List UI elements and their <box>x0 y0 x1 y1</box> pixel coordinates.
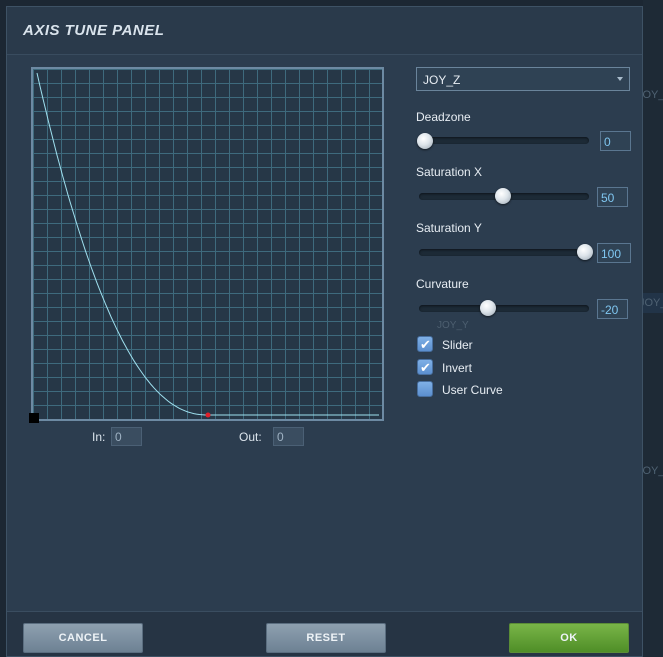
panel-title: AXIS TUNE PANEL <box>23 22 165 39</box>
curvature-slider-handle[interactable] <box>480 300 496 316</box>
deadzone-label: Deadzone <box>416 110 471 124</box>
button-bar: CANCEL RESET OK <box>7 611 642 656</box>
saturation-y-label: Saturation Y <box>416 221 482 235</box>
reset-button[interactable]: RESET <box>266 623 386 653</box>
slider-checkbox-label: Slider <box>442 338 473 352</box>
cancel-button[interactable]: CANCEL <box>23 623 143 653</box>
deadzone-slider-track[interactable] <box>419 137 589 144</box>
background-ghost-label: JOY_Y <box>437 320 469 331</box>
invert-checkbox-label: Invert <box>442 361 473 375</box>
deadzone-slider-handle[interactable] <box>417 133 433 149</box>
axis-select[interactable]: JOY_Z <box>416 67 630 91</box>
in-label: In: <box>92 430 106 444</box>
saturation-y-slider-track[interactable] <box>419 249 589 256</box>
in-value-field: 0 <box>111 427 142 446</box>
saturation-x-label: Saturation X <box>416 165 483 179</box>
origin-marker <box>29 413 39 423</box>
chevron-down-icon <box>617 77 623 81</box>
title-bar: AXIS TUNE PANEL <box>7 7 642 55</box>
out-value-field: 0 <box>273 427 304 446</box>
saturation-y-slider-handle[interactable] <box>577 244 593 260</box>
graph-grid <box>33 69 382 419</box>
saturation-x-value-field[interactable]: 50 <box>597 187 628 207</box>
saturation-y-value-field[interactable]: 100 <box>597 243 631 263</box>
checkmark-icon: ✔ <box>420 360 431 375</box>
curvature-slider-track[interactable] <box>419 305 589 312</box>
user-curve-checkbox[interactable] <box>417 381 433 397</box>
saturation-x-slider-handle[interactable] <box>495 188 511 204</box>
user-curve-checkbox-label: User Curve <box>442 383 503 397</box>
curve-graph-svg <box>33 69 382 419</box>
deadzone-value-field[interactable]: 0 <box>600 131 631 151</box>
ok-button[interactable]: OK <box>509 623 629 653</box>
checkmark-icon: ✔ <box>420 337 431 352</box>
axis-select-value: JOY_Z <box>423 73 461 87</box>
axis-tune-panel: AXIS TUNE PANEL In: 0 Out: 0 JOY_Z Deadz… <box>6 6 643 657</box>
curvature-value-field[interactable]: -20 <box>597 299 628 319</box>
current-position-marker <box>205 412 211 418</box>
invert-checkbox[interactable]: ✔ <box>417 359 433 375</box>
curve-graph[interactable] <box>29 67 384 423</box>
out-label: Out: <box>239 430 262 444</box>
slider-checkbox[interactable]: ✔ <box>417 336 433 352</box>
curvature-label: Curvature <box>416 277 469 291</box>
